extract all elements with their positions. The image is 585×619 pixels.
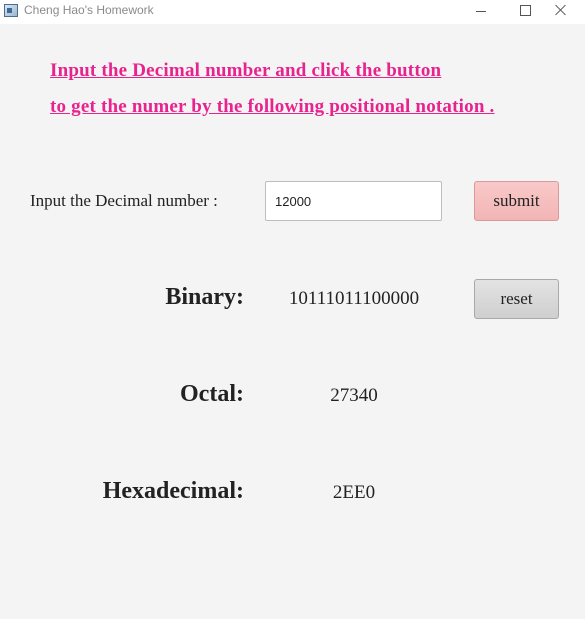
decimal-input-label: Input the Decimal number : (30, 191, 218, 210)
octal-label: Octal: (180, 381, 244, 407)
app-window: Cheng Hao's Homework Input the Decimal n… (0, 0, 585, 619)
close-icon (555, 4, 566, 15)
hexadecimal-value: 2EE0 (332, 482, 376, 503)
minimize-button[interactable] (456, 0, 502, 24)
instruction-line-2: to get the numer by the following positi… (50, 96, 495, 117)
binary-label: Binary: (165, 284, 244, 310)
app-window-icon (4, 4, 18, 17)
close-button[interactable] (539, 0, 585, 24)
binary-value: 10111011100000 (288, 288, 420, 309)
hexadecimal-label: Hexadecimal: (102, 478, 244, 504)
reset-button[interactable]: reset (474, 279, 559, 319)
title-bar: Cheng Hao's Homework (0, 0, 585, 24)
submit-button[interactable]: submit (474, 181, 559, 221)
window-title: Cheng Hao's Homework (24, 3, 154, 17)
octal-value: 27340 (330, 385, 378, 406)
decimal-input[interactable] (265, 181, 442, 221)
minimize-icon (476, 11, 486, 12)
maximize-icon (520, 5, 531, 16)
instruction-line-1: Input the Decimal number and click the b… (50, 60, 442, 81)
